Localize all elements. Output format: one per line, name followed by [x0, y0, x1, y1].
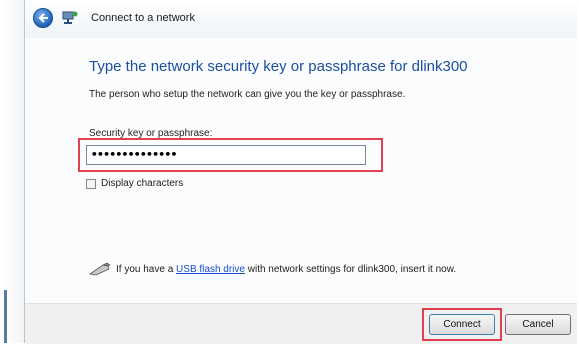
window-title: Connect to a network [91, 12, 195, 24]
title-bar: Connect to a network [25, 0, 577, 38]
connect-dialog: Connect to a network Type the network se… [24, 0, 577, 344]
usb-instruction: If you have a USB flash drive with netwo… [116, 264, 456, 275]
back-button[interactable] [33, 8, 53, 28]
display-characters-checkbox[interactable] [86, 178, 96, 189]
background-bar [4, 290, 7, 343]
security-key-input[interactable]: •••••••••••••• [86, 145, 366, 165]
usb-drive-icon [89, 262, 111, 276]
usb-text-after: with network settings for dlink300, inse… [244, 264, 457, 275]
usb-text-before: If you have a [116, 264, 177, 275]
dialog-subtext: The person who setup the network can giv… [89, 89, 406, 100]
display-characters-label: Display characters [101, 178, 184, 189]
back-arrow-icon [38, 13, 48, 23]
display-characters-row[interactable]: Display characters [86, 178, 183, 189]
dialog-heading: Type the network security key or passphr… [89, 58, 468, 75]
usb-flash-drive-link[interactable]: USB flash drive [176, 264, 245, 275]
network-icon [62, 11, 78, 24]
dialog-footer: Connect Cancel [25, 303, 577, 344]
background-strip [0, 0, 24, 343]
security-key-label: Security key or passphrase: [89, 128, 213, 139]
cancel-button[interactable]: Cancel [505, 314, 571, 335]
connect-button[interactable]: Connect [429, 314, 495, 335]
